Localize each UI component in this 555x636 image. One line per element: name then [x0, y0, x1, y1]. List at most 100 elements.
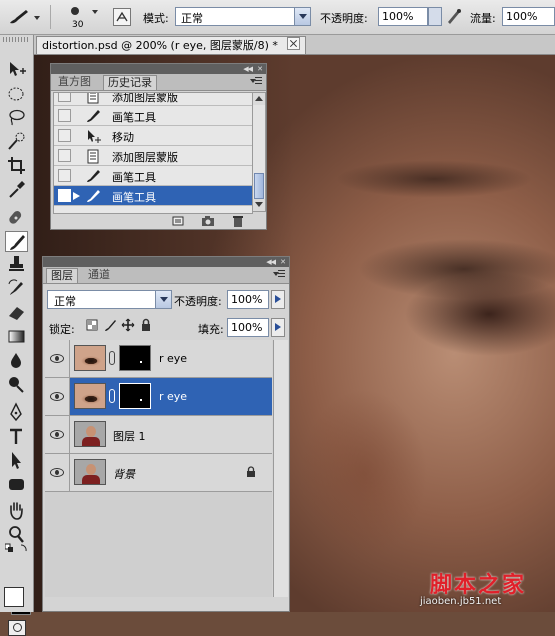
- new-document-from-state-icon[interactable]: [171, 215, 185, 227]
- collapse-icon[interactable]: ◀◀: [243, 65, 253, 73]
- visibility-toggle[interactable]: [45, 454, 70, 491]
- lock-pixels-icon[interactable]: [103, 318, 117, 332]
- opacity-input[interactable]: 100%: [378, 7, 428, 26]
- history-source-checkbox[interactable]: [58, 189, 71, 202]
- crop-tool[interactable]: [5, 155, 28, 176]
- scroll-down-icon[interactable]: [253, 199, 265, 211]
- layer-thumbnail[interactable]: [74, 421, 106, 447]
- clone-stamp-tool[interactable]: [5, 254, 28, 275]
- layer-opacity-slider-button[interactable]: [271, 290, 285, 309]
- document-title: distortion.psd @ 200% (r eye, 图层蒙版/8) *: [42, 39, 278, 52]
- hand-tool[interactable]: [5, 500, 28, 521]
- tab-layers[interactable]: 图层: [46, 268, 78, 283]
- foreground-color-swatch[interactable]: [4, 587, 24, 607]
- collapse-icon[interactable]: ◀◀: [266, 258, 276, 266]
- panel-menu-icon[interactable]: [250, 76, 262, 87]
- pressure-opacity-toggle[interactable]: [444, 6, 464, 26]
- layer-thumbnail[interactable]: [74, 459, 106, 485]
- eye-icon: [50, 468, 64, 477]
- layer-row-selected[interactable]: r eye: [45, 378, 272, 416]
- panel-title-strip[interactable]: ◀◀ ✕: [51, 64, 266, 74]
- layer-thumbnail[interactable]: [74, 345, 106, 371]
- panel-menu-icon[interactable]: [273, 269, 285, 280]
- layer-mask-thumbnail[interactable]: [119, 383, 151, 409]
- eyedropper-tool[interactable]: [5, 179, 28, 200]
- history-source-checkbox[interactable]: [58, 93, 71, 102]
- quick-mask-button[interactable]: [8, 620, 26, 636]
- history-state-pointer-icon: [73, 192, 80, 200]
- close-icon[interactable]: ✕: [280, 258, 286, 266]
- healing-brush-tool[interactable]: [5, 207, 28, 228]
- history-source-checkbox[interactable]: [58, 149, 71, 162]
- flow-input[interactable]: 100%: [502, 7, 555, 26]
- crop-icon: [8, 157, 25, 174]
- lasso-tool[interactable]: [5, 107, 28, 128]
- link-icon[interactable]: [109, 351, 115, 365]
- history-item[interactable]: 画笔工具: [54, 106, 252, 126]
- toolbox-grip[interactable]: [3, 37, 29, 42]
- layer-row[interactable]: r eye: [45, 340, 272, 378]
- blend-mode-select[interactable]: 正常: [47, 290, 172, 309]
- visibility-toggle[interactable]: [45, 416, 70, 453]
- history-scrollbar[interactable]: [252, 92, 266, 212]
- brush-panel-toggle[interactable]: [113, 8, 131, 26]
- history-item-selected[interactable]: 画笔工具: [54, 186, 252, 206]
- history-source-checkbox[interactable]: [58, 129, 71, 142]
- opacity-slider-button[interactable]: [428, 7, 442, 26]
- tab-channels[interactable]: 通道: [84, 268, 114, 283]
- mode-label: 模式:: [143, 12, 169, 25]
- quick-selection-tool[interactable]: [5, 131, 28, 152]
- eraser-tool[interactable]: [5, 302, 28, 323]
- swap-colors-control[interactable]: [4, 543, 28, 555]
- pen-pressure-icon: [448, 9, 461, 24]
- mode-select[interactable]: 正常: [175, 7, 311, 26]
- link-icon[interactable]: [109, 389, 115, 403]
- gradient-tool[interactable]: [5, 326, 28, 347]
- history-brush-tool[interactable]: [5, 278, 28, 299]
- lock-all-icon[interactable]: [139, 318, 153, 332]
- layers-scrollbar[interactable]: [273, 340, 288, 597]
- move-tool[interactable]: [5, 59, 28, 80]
- blur-tool[interactable]: [5, 350, 28, 371]
- layer-thumbnail[interactable]: [74, 383, 106, 409]
- tab-histogram[interactable]: 直方图: [54, 75, 95, 90]
- path-selection-tool[interactable]: [5, 450, 28, 471]
- fill-slider-button[interactable]: [271, 318, 285, 337]
- document-tab[interactable]: distortion.psd @ 200% (r eye, 图层蒙版/8) *: [36, 36, 307, 54]
- scroll-thumb[interactable]: [254, 173, 264, 199]
- layer-opacity-input[interactable]: 100%: [227, 290, 269, 309]
- camera-icon[interactable]: [201, 215, 215, 227]
- history-item[interactable]: 添加图层蒙版: [54, 93, 252, 106]
- close-icon[interactable]: [287, 37, 301, 50]
- lasso-icon: [9, 109, 25, 126]
- tab-history[interactable]: 历史记录: [103, 75, 157, 90]
- history-item[interactable]: 画笔工具: [54, 166, 252, 186]
- close-icon[interactable]: ✕: [257, 65, 263, 73]
- lock-transparency-icon[interactable]: [85, 318, 99, 332]
- pen-tool[interactable]: [5, 402, 28, 423]
- layer-mask-thumbnail[interactable]: [119, 345, 151, 371]
- history-item[interactable]: 移动: [54, 126, 252, 146]
- history-source-checkbox[interactable]: [58, 109, 71, 122]
- visibility-toggle[interactable]: [45, 378, 70, 415]
- panel-title-strip[interactable]: ◀◀ ✕: [43, 257, 289, 267]
- document-icon: [87, 93, 99, 104]
- fill-input[interactable]: 100%: [227, 318, 269, 337]
- layer-row[interactable]: 背景: [45, 454, 272, 492]
- dodge-tool[interactable]: [5, 374, 28, 395]
- shape-tool[interactable]: [5, 474, 28, 495]
- history-item[interactable]: 添加图层蒙版: [54, 146, 252, 166]
- type-tool[interactable]: [5, 426, 28, 447]
- brush-tool[interactable]: [5, 231, 28, 252]
- layers-list: r eye r eye 图层 1 背景: [45, 340, 272, 597]
- marquee-tool[interactable]: [5, 84, 28, 105]
- history-item-label: 添加图层蒙版: [112, 151, 178, 164]
- trash-icon[interactable]: [231, 215, 245, 227]
- visibility-toggle[interactable]: [45, 340, 70, 377]
- scroll-up-icon[interactable]: [253, 93, 265, 105]
- history-source-checkbox[interactable]: [58, 169, 71, 182]
- zoom-tool[interactable]: [5, 524, 28, 545]
- lock-position-icon[interactable]: [121, 318, 135, 332]
- layer-row[interactable]: 图层 1: [45, 416, 272, 454]
- tool-preset-picker[interactable]: [6, 8, 42, 26]
